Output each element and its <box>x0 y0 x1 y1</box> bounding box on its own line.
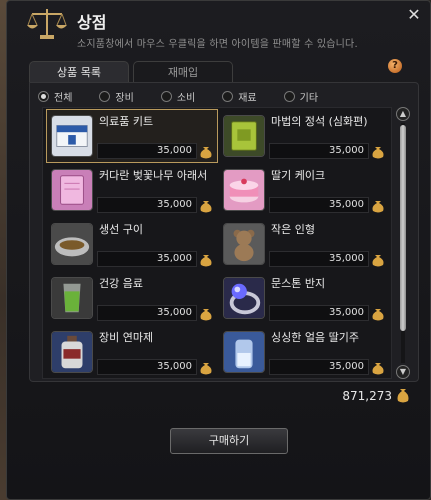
money-bag-icon <box>397 389 409 403</box>
grilled-fish-icon <box>51 223 93 265</box>
item-name: 싱싱한 얼음 딸기주 <box>271 331 359 344</box>
money-bag-icon <box>372 147 384 159</box>
money-bag-icon <box>372 201 384 213</box>
tab-product-list[interactable]: 상품 목록 <box>29 61 129 83</box>
list-item-ice-strawberry-wine[interactable]: 싱싱한 얼음 딸기주 35,000 <box>219 326 389 378</box>
price-box: 35,000 <box>269 359 369 375</box>
item-name: 마법의 정석 (심화편) <box>271 115 368 128</box>
item-price: 35,000 <box>157 199 192 210</box>
scale-icon <box>27 9 67 39</box>
item-price: 35,000 <box>329 253 364 264</box>
health-drink-icon <box>51 277 93 319</box>
money-bag-icon <box>372 255 384 267</box>
tab-buyback[interactable]: 재매입 <box>133 61 233 83</box>
money-bag-icon <box>372 363 384 375</box>
close-button[interactable]: ✕ <box>406 7 422 23</box>
price-box: 35,000 <box>97 251 197 267</box>
moonstone-ring-icon <box>223 277 265 319</box>
shop-window: 상점 소지품창에서 마우스 우클릭을 하면 아이템을 판매할 수 있습니다. ✕… <box>6 0 431 500</box>
money-bag-icon <box>200 363 212 375</box>
tab-bar: 상품 목록 재매입 <box>29 61 237 83</box>
list-item-strawberry-cake[interactable]: 딸기 케이크 35,000 <box>219 164 389 216</box>
price-box: 35,000 <box>269 197 369 213</box>
list-item-moonstone-ring[interactable]: 문스톤 반지 35,000 <box>219 272 389 324</box>
pink-book-icon <box>51 169 93 211</box>
filter-label: 기타 <box>299 92 319 104</box>
item-price: 35,000 <box>329 199 364 210</box>
scroll-thumb[interactable] <box>400 125 406 331</box>
item-price: 35,000 <box>157 253 192 264</box>
filter-label: 장비 <box>115 92 134 104</box>
window-subtitle: 소지품창에서 마우스 우클릭을 하면 아이템을 판매할 수 있습니다. <box>77 39 358 50</box>
radio-misc[interactable] <box>283 90 295 102</box>
filter-misc[interactable]: 기타 <box>283 89 319 104</box>
item-price: 35,000 <box>329 307 364 318</box>
money-bag-icon <box>200 255 212 267</box>
filter-label: 전체 <box>54 92 73 104</box>
scroll-up-icon[interactable]: ▲ <box>396 107 410 121</box>
buy-button[interactable]: 구매하기 <box>170 428 288 454</box>
radio-material[interactable] <box>222 90 234 102</box>
price-box: 35,000 <box>97 197 197 213</box>
category-filters: 전체 장비 소비 재료 기타 <box>38 87 345 105</box>
list-item-grilled-fish[interactable]: 생선 구이 35,000 <box>47 218 217 270</box>
item-name: 의료품 키트 <box>99 115 154 128</box>
item-name: 생선 구이 <box>99 223 143 236</box>
price-box: 35,000 <box>97 143 197 159</box>
item-price: 35,000 <box>157 145 192 156</box>
scroll-down-icon[interactable]: ▼ <box>396 365 410 379</box>
item-name: 문스톤 반지 <box>271 277 326 290</box>
price-box: 35,000 <box>269 305 369 321</box>
product-panel: 전체 장비 소비 재료 기타 의료품 키트 35,000 마법의 정석 (심화편… <box>29 82 419 382</box>
filter-consumable[interactable]: 소비 <box>160 89 196 104</box>
item-name: 작은 인형 <box>271 223 315 236</box>
total-money: 871,273 <box>342 389 392 403</box>
price-box: 35,000 <box>269 251 369 267</box>
money-bag-icon <box>200 147 212 159</box>
window-header: 상점 소지품창에서 마우스 우클릭을 하면 아이템을 판매할 수 있습니다. ✕ <box>7 1 430 57</box>
item-name: 장비 연마제 <box>99 331 154 344</box>
price-box: 35,000 <box>97 359 197 375</box>
filter-equipment[interactable]: 장비 <box>99 89 134 104</box>
item-name: 딸기 케이크 <box>271 169 326 182</box>
list-item-magic-book[interactable]: 마법의 정석 (심화편) 35,000 <box>219 110 389 162</box>
list-item-cherry-book[interactable]: 커다란 벚꽃나무 아래서 35,000 <box>47 164 217 216</box>
price-box: 35,000 <box>97 305 197 321</box>
list-item-health-drink[interactable]: 건강 음료 35,000 <box>47 272 217 324</box>
teddy-bear-icon <box>223 223 265 265</box>
item-scrollbar[interactable]: ▲ ▼ <box>396 107 410 379</box>
price-box: 35,000 <box>269 143 369 159</box>
item-name: 건강 음료 <box>99 277 143 290</box>
list-item-small-doll[interactable]: 작은 인형 35,000 <box>219 218 389 270</box>
magic-book-icon <box>223 115 265 157</box>
item-price: 35,000 <box>329 361 364 372</box>
strawberry-cake-icon <box>223 169 265 211</box>
list-item-medical-kit[interactable]: 의료품 키트 35,000 <box>46 109 218 163</box>
item-name: 커다란 벚꽃나무 아래서 <box>99 169 208 182</box>
money-bag-icon <box>200 201 212 213</box>
item-price: 35,000 <box>157 361 192 372</box>
radio-equipment[interactable] <box>99 90 111 102</box>
item-list: 의료품 키트 35,000 마법의 정석 (심화편) 35,000 커다란 벚꽃… <box>42 107 392 379</box>
list-item-polish[interactable]: 장비 연마제 35,000 <box>47 326 217 378</box>
medical-box-icon <box>51 115 93 157</box>
money-bag-icon <box>372 309 384 321</box>
filter-label: 재료 <box>238 92 257 104</box>
ice-strawberry-wine-icon <box>223 331 265 373</box>
window-title: 상점 <box>77 13 107 32</box>
filter-material[interactable]: 재료 <box>222 89 257 104</box>
item-price: 35,000 <box>157 307 192 318</box>
money-bag-icon <box>200 309 212 321</box>
item-price: 35,000 <box>329 145 364 156</box>
filter-all[interactable]: 전체 <box>38 89 72 104</box>
polish-bottle-icon <box>51 331 93 373</box>
help-icon[interactable]: ? <box>388 59 402 73</box>
filter-label: 소비 <box>176 92 196 104</box>
radio-all[interactable] <box>38 90 49 102</box>
radio-consumable[interactable] <box>160 90 172 102</box>
